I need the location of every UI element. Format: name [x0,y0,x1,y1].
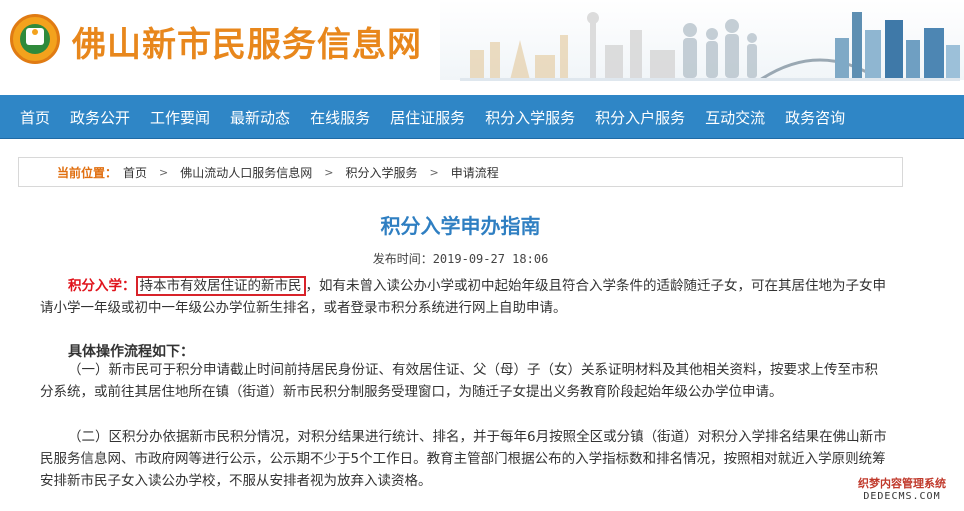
site-header: 佛山新市民服务信息网 [0,0,964,95]
breadcrumb-item-home[interactable]: 首页 [123,164,147,181]
nav-item-points-school[interactable]: 积分入学服务 [475,107,585,128]
city-skyline-banner [440,0,964,95]
step-one-text: （一）新市民可于积分申请截止时间前持居民身份证、有效居住证、父（母）子（女）关系… [40,362,878,400]
watermark-line1: 织梦内容管理系统 [858,477,946,490]
nav-item-consultation[interactable]: 政务咨询 [775,107,855,128]
process-subheading: 具体操作流程如下： [68,344,194,360]
chevron-right-icon: > [159,165,169,179]
nav-item-points-hukou[interactable]: 积分入户服务 [585,107,695,128]
intro-paragraph: 积分入学： 持本市有效居住证的新市民 ，如有未曾入读公办小学或初中起始年级且符合入学… [40,275,890,319]
points-school-label: 积分入学： [68,278,136,294]
breadcrumb: 当前位置： 首页 > 佛山流动人口服务信息网 > 积分入学服务 > 申请流程 [18,157,903,187]
nav-item-interaction[interactable]: 互动交流 [695,107,775,128]
watermark-line2: DEDECMS.COM [863,491,941,502]
foshan-citizen-logo-icon[interactable] [10,14,60,64]
chevron-right-icon: > [429,165,439,179]
nav-item-work-news[interactable]: 工作要闻 [140,107,220,128]
main-nav: 首页 政务公开 工作要闻 最新动态 在线服务 居住证服务 积分入学服务 积分入户… [0,95,964,139]
step-two-text: （二）区积分办依据新市民积分情况，对积分结果进行统计、排名，并于每年6月按照全区… [40,429,887,489]
highlighted-eligibility: 持本市有效居住证的新市民 [135,276,306,296]
publish-label: 发布时间： [372,252,433,266]
publish-time: 2019-09-27 18:06 [432,252,549,266]
step-two-paragraph: （二）区积分办依据新市民积分情况，对积分结果进行统计、排名，并于每年6月按照全区… [40,426,890,492]
chevron-right-icon: > [324,165,334,179]
breadcrumb-item-application-process[interactable]: 申请流程 [451,164,499,181]
breadcrumb-current-label: 当前位置： [57,165,118,180]
breadcrumb-item-floating-population[interactable]: 佛山流动人口服务信息网 [180,164,312,181]
breadcrumb-item-points-school[interactable]: 积分入学服务 [345,164,417,181]
dedecms-watermark: 织梦内容管理系统 DEDECMS.COM [850,477,954,502]
site-title[interactable]: 佛山新市民服务信息网 [72,17,422,66]
nav-item-residence-permit[interactable]: 居住证服务 [380,107,475,128]
publish-meta: 发布时间：2019-09-27 18:06 [0,250,921,267]
nav-item-gov-affairs[interactable]: 政务公开 [60,107,140,128]
article-title: 积分入学申办指南 [380,214,541,238]
nav-item-online-service[interactable]: 在线服务 [300,107,380,128]
step-one-paragraph: （一）新市民可于积分申请截止时间前持居民身份证、有效居住证、父（母）子（女）关系… [40,359,890,403]
nav-item-home[interactable]: 首页 [10,107,60,128]
nav-item-latest-news[interactable]: 最新动态 [220,107,300,128]
